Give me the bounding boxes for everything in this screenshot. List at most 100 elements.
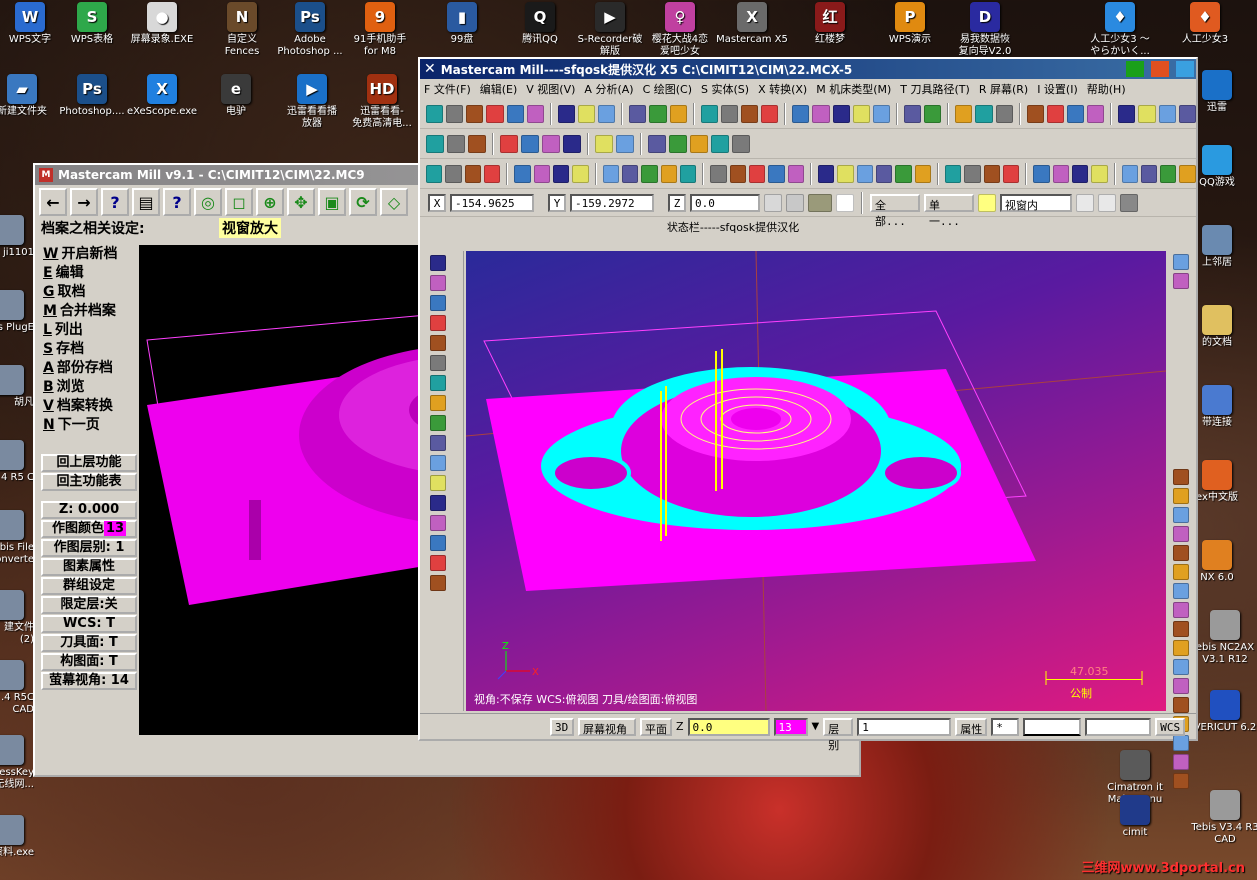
desktop-icon[interactable]: ji1101 [0,215,34,259]
desktop-icon[interactable]: P WPS演示 [870,2,950,46]
x5-menu-item[interactable]: S 实体(S) [701,81,749,97]
v9-menu-item[interactable]: B 浏览 [39,378,139,397]
point-style-select[interactable]: * [991,717,1020,736]
toolbar-tool-icon[interactable] [660,164,677,183]
x5-left-tool-icon[interactable] [430,315,446,331]
desktop-icon[interactable]: 红红楼梦 [790,2,870,46]
arrow-select-icon[interactable] [1098,193,1116,212]
x5-right-tool-icon[interactable] [1173,273,1189,289]
desktop-icon[interactable]: 4 R5 C [0,440,34,484]
x5-left-tool-icon[interactable] [430,375,446,391]
toolbar-tool-icon[interactable] [679,164,697,183]
desktop-icon[interactable]: Q 腾讯QQ [500,2,580,46]
v9-menu-item[interactable]: G 取档 [39,283,139,302]
toolbar-tool-icon[interactable] [1179,164,1196,183]
x5-right-tool-icon[interactable] [1173,254,1189,270]
v9-menu-item[interactable]: V 档案转换 [39,397,139,416]
desktop-icon[interactable]: ▶ 迅雷看看播 放器 [272,74,352,130]
v9-status-item[interactable]: 群组设定 [41,577,137,595]
toolbar-tool-icon[interactable] [572,164,589,183]
v9-status-item[interactable]: 作图层别: 1 [41,539,137,557]
v9-status-item[interactable]: 作图颜色 13 [41,520,137,538]
window-select-icon[interactable] [1076,193,1094,212]
toolbar-tool-icon[interactable] [748,164,766,183]
toolbar-tool-icon[interactable] [955,104,973,123]
x5-left-tool-icon[interactable] [430,555,446,571]
toolbar-tool-icon[interactable] [924,104,942,123]
x5-right-tool-icon[interactable] [1173,488,1189,504]
toolbar-tool-icon[interactable] [732,134,750,153]
x-coordinate-field[interactable]: -154.9625 [450,193,534,212]
toolbar-tool-icon[interactable] [837,164,854,183]
x5-menu-item[interactable]: R 屏幕(R) [979,81,1028,97]
fit-icon[interactable]: ◻ [225,188,253,216]
v9-main-menu-button[interactable]: 回主功能表 [41,473,137,491]
toolbar-tool-icon[interactable] [1160,164,1177,183]
toolbar-tool-icon[interactable] [1066,104,1085,123]
toolbar-tool-icon[interactable] [995,104,1013,123]
toolbar-tool-icon[interactable] [521,134,539,153]
toolbar-tool-icon[interactable] [975,104,993,123]
disk-icon[interactable]: ▤ [132,188,160,216]
toolbar-tool-icon[interactable] [557,104,575,123]
select-single-button[interactable]: 单一... [924,193,974,228]
toolbar-tool-icon[interactable] [648,134,666,153]
toolbar-tool-icon[interactable] [875,164,893,183]
toolbar-tool-icon[interactable] [700,104,718,123]
desktop-icon[interactable]: 资料.exe [0,815,34,859]
close-button[interactable] [1176,61,1194,77]
toolbar-tool-icon[interactable] [1002,164,1020,183]
toolbar-tool-icon[interactable] [1138,104,1156,123]
toolbar-tool-icon[interactable] [533,164,550,183]
x5-right-tool-icon[interactable] [1173,564,1189,580]
screen-view-button[interactable]: 屏幕视角 [578,717,636,736]
toolbar-tool-icon[interactable] [506,104,524,123]
y-coordinate-field[interactable]: -159.2972 [570,193,654,212]
x5-left-tool-icon[interactable] [430,275,446,291]
desktop-icon[interactable]: ▶ S-Recorder破 解版 [570,2,650,58]
toolbar-tool-icon[interactable] [817,164,835,183]
toolbar-tool-icon[interactable] [1071,164,1089,183]
plane-button[interactable]: 平面 [640,717,672,736]
x5-left-tool-icon[interactable] [430,295,446,311]
toolbar-tool-icon[interactable] [832,104,850,123]
desktop-icon[interactable]: ebis NC2AX V3.1 R12 [1190,610,1257,666]
desktop-icon[interactable]: 建文件 (2) [0,590,34,646]
x5-menu-item[interactable]: X 转换(X) [758,81,807,97]
desktop-icon[interactable]: VERICUT 6.2 [1190,690,1257,734]
desktop-icon[interactable]: .4 R5C CAD [0,660,34,716]
toolbar-tool-icon[interactable] [577,104,596,123]
desktop-icon[interactable]: XeXeScope.exe [122,74,202,118]
toolbar-tool-icon[interactable] [552,164,570,183]
desktop-icon[interactable]: ♦ 人工少女3 [1165,2,1245,46]
v9-menu-item[interactable]: N 下一页 [39,416,139,435]
desktop-icon[interactable]: D 易我数据恢 复向导V2.0 [945,2,1025,58]
x5-left-tool-icon[interactable] [430,495,446,511]
desktop-icon[interactable]: s PlugE [0,290,34,334]
toolbar-tool-icon[interactable] [1121,164,1138,183]
pan-icon[interactable]: ✥ [287,188,315,216]
toolbar-tool-icon[interactable] [1052,164,1069,183]
view-mode-select[interactable]: 视窗内 [1000,193,1072,212]
x5-right-tool-icon[interactable] [1173,507,1189,523]
v9-menu-item[interactable]: A 部份存档 [39,359,139,378]
color-dropdown-icon[interactable]: ▼ [812,721,820,732]
toolbar-tool-icon[interactable] [445,164,462,183]
rotate-icon[interactable]: ⟳ [349,188,377,216]
x5-right-tool-icon[interactable] [1173,602,1189,618]
desktop-icon[interactable]: HD 迅雷看看- 免费高清电... [342,74,422,130]
toolbar-tool-icon[interactable] [1140,164,1158,183]
toolbar-tool-icon[interactable] [468,134,486,153]
toolbar-tool-icon[interactable] [500,134,518,153]
x5-left-tool-icon[interactable] [430,395,446,411]
x5-right-tool-icon[interactable] [1173,659,1189,675]
toolbar-tool-icon[interactable] [720,104,738,123]
toolbar-tool-icon[interactable] [621,164,639,183]
x5-left-tool-icon[interactable] [430,335,446,351]
toolbar-tool-icon[interactable] [711,134,729,153]
cube-icon[interactable]: ◇ [380,188,408,216]
x5-left-tool-icon[interactable] [430,435,446,451]
x5-menu-item[interactable]: I 设置(I) [1037,81,1078,97]
solid-select-icon[interactable] [1120,193,1138,212]
select-all-button[interactable]: 全部... [870,193,920,228]
